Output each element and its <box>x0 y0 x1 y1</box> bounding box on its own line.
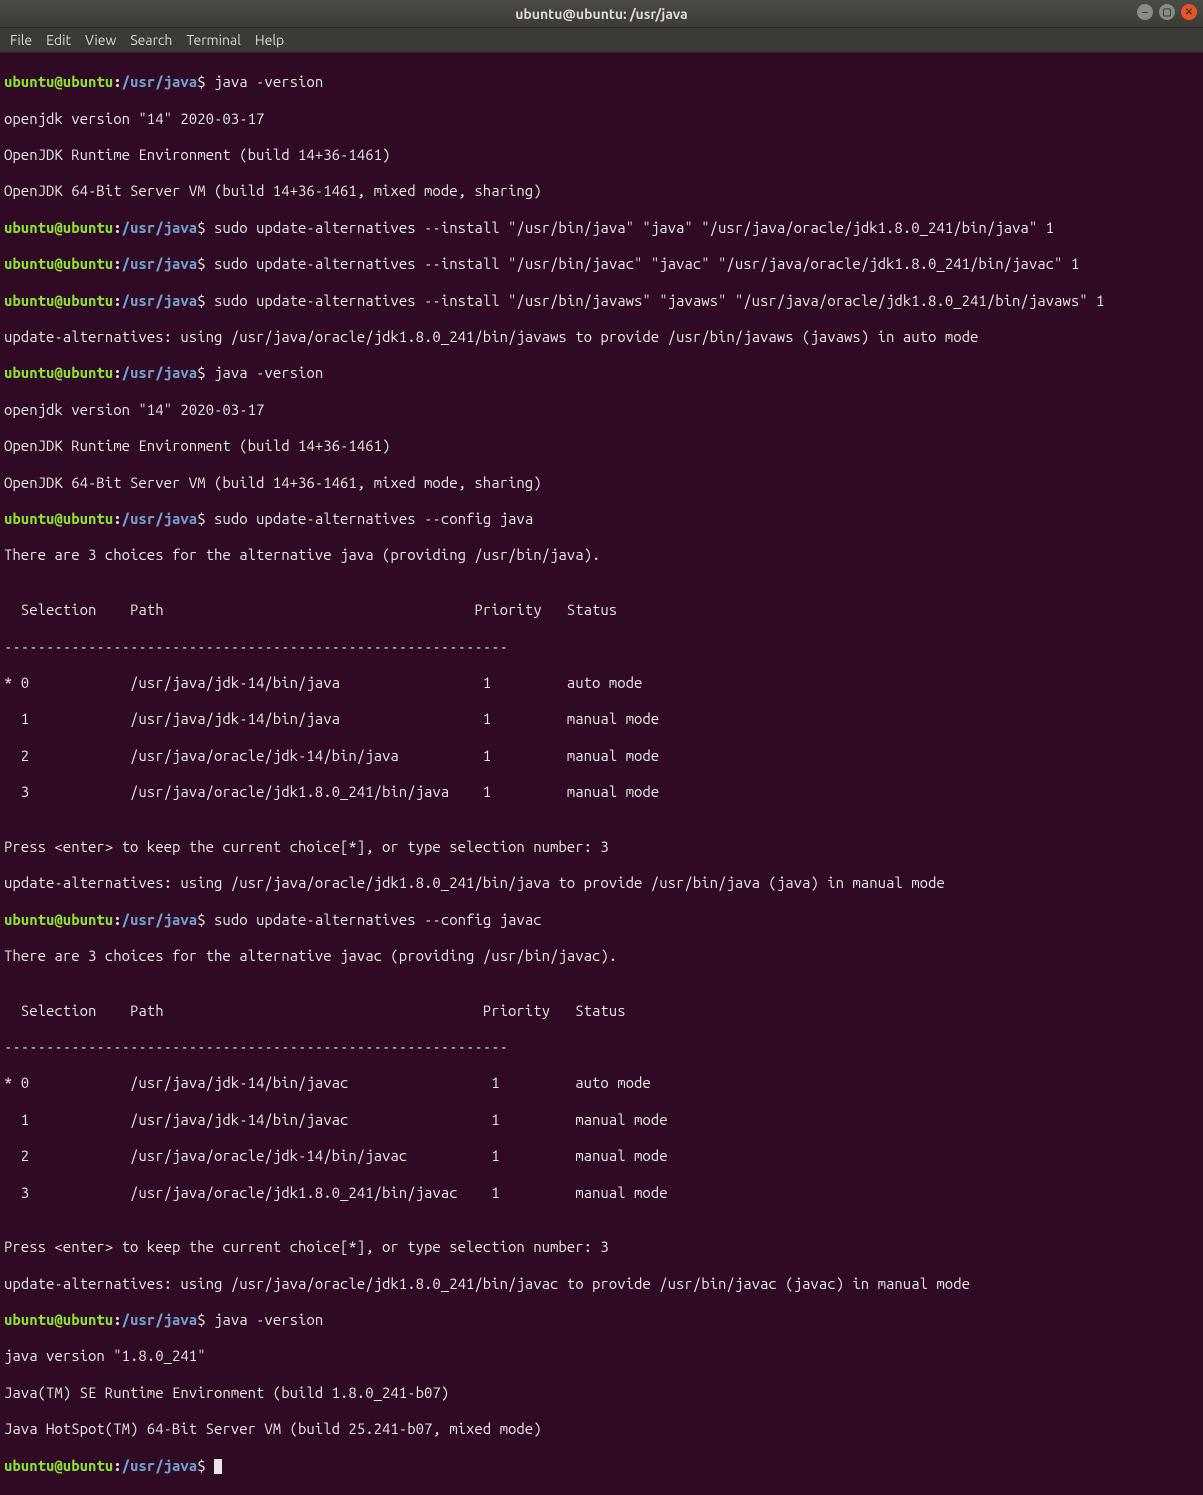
menu-terminal[interactable]: Terminal <box>186 32 241 48</box>
prompt-path: /usr/java <box>122 73 198 90</box>
terminal-line: ubuntu@ubuntu:/usr/java$ sudo update-alt… <box>4 219 1199 237</box>
terminal-line: ubuntu@ubuntu:/usr/java$ java -version <box>4 364 1199 382</box>
terminal-line: OpenJDK Runtime Environment (build 14+36… <box>4 146 1199 164</box>
terminal-line: Press <enter> to keep the current choice… <box>4 1238 1199 1256</box>
terminal-line: * 0 /usr/java/jdk-14/bin/javac 1 auto mo… <box>4 1074 1199 1092</box>
prompt-user: ubuntu@ubuntu <box>4 255 113 272</box>
maximize-button[interactable]: ▢ <box>1159 4 1175 20</box>
terminal-line: 3 /usr/java/oracle/jdk1.8.0_241/bin/java… <box>4 783 1199 801</box>
prompt-user: ubuntu@ubuntu <box>4 510 113 527</box>
prompt-path: /usr/java <box>122 911 198 928</box>
prompt-path: /usr/java <box>122 510 198 527</box>
command-text: java -version <box>206 73 324 90</box>
command-text: sudo update-alternatives --install "/usr… <box>206 219 1054 236</box>
menu-help[interactable]: Help <box>255 32 284 48</box>
prompt-colon: : <box>113 510 121 527</box>
terminal-line: ----------------------------------------… <box>4 1038 1199 1056</box>
terminal-line: openjdk version "14" 2020-03-17 <box>4 110 1199 128</box>
prompt-dollar: $ <box>197 510 205 527</box>
terminal-line: Java HotSpot(TM) 64-Bit Server VM (build… <box>4 1420 1199 1438</box>
terminal-line: update-alternatives: using /usr/java/ora… <box>4 328 1199 346</box>
command-text: sudo update-alternatives --config javac <box>206 911 542 928</box>
terminal-line: Selection Path Priority Status <box>4 601 1199 619</box>
prompt-colon: : <box>113 255 121 272</box>
minimize-button[interactable]: ‒ <box>1137 4 1153 20</box>
command-text <box>206 1457 214 1474</box>
prompt-colon: : <box>113 292 121 309</box>
terminal-line: ----------------------------------------… <box>4 638 1199 656</box>
prompt-dollar: $ <box>197 911 205 928</box>
prompt-dollar: $ <box>197 73 205 90</box>
command-text: sudo update-alternatives --install "/usr… <box>206 292 1105 309</box>
terminal-line: * 0 /usr/java/jdk-14/bin/java 1 auto mod… <box>4 674 1199 692</box>
terminal-line: update-alternatives: using /usr/java/ora… <box>4 874 1199 892</box>
menu-file[interactable]: File <box>10 32 32 48</box>
prompt-user: ubuntu@ubuntu <box>4 73 113 90</box>
terminal-line: 1 /usr/java/jdk-14/bin/javac 1 manual mo… <box>4 1111 1199 1129</box>
terminal-line: java version "1.8.0_241" <box>4 1347 1199 1365</box>
terminal-line: ubuntu@ubuntu:/usr/java$ sudo update-alt… <box>4 510 1199 528</box>
prompt-user: ubuntu@ubuntu <box>4 292 113 309</box>
terminal-area[interactable]: ubuntu@ubuntu:/usr/java$ java -version o… <box>0 53 1203 1495</box>
prompt-colon: : <box>113 1457 121 1474</box>
prompt-user: ubuntu@ubuntu <box>4 911 113 928</box>
menu-bar: File Edit View Search Terminal Help <box>0 28 1203 53</box>
prompt-dollar: $ <box>197 364 205 381</box>
terminal-line: OpenJDK 64-Bit Server VM (build 14+36-14… <box>4 182 1199 200</box>
terminal-line: ubuntu@ubuntu:/usr/java$ sudo update-alt… <box>4 911 1199 929</box>
menu-edit[interactable]: Edit <box>46 32 71 48</box>
prompt-dollar: $ <box>197 255 205 272</box>
prompt-path: /usr/java <box>122 1311 198 1328</box>
prompt-path: /usr/java <box>122 219 198 236</box>
prompt-dollar: $ <box>197 1457 205 1474</box>
prompt-path: /usr/java <box>122 1457 198 1474</box>
terminal-line: OpenJDK 64-Bit Server VM (build 14+36-14… <box>4 474 1199 492</box>
terminal-line: ubuntu@ubuntu:/usr/java$ java -version <box>4 1311 1199 1329</box>
menu-search[interactable]: Search <box>130 32 172 48</box>
terminal-line: There are 3 choices for the alternative … <box>4 546 1199 564</box>
command-text: sudo update-alternatives --config java <box>206 510 534 527</box>
terminal-line: ubuntu@ubuntu:/usr/java$ java -version <box>4 73 1199 91</box>
terminal-line: update-alternatives: using /usr/java/ora… <box>4 1275 1199 1293</box>
titlebar: ubuntu@ubuntu: /usr/java ‒ ▢ ✕ <box>0 0 1203 28</box>
prompt-colon: : <box>113 364 121 381</box>
prompt-colon: : <box>113 219 121 236</box>
terminal-line: Selection Path Priority Status <box>4 1002 1199 1020</box>
menu-view[interactable]: View <box>85 32 116 48</box>
close-button[interactable]: ✕ <box>1181 4 1197 20</box>
terminal-line: 1 /usr/java/jdk-14/bin/java 1 manual mod… <box>4 710 1199 728</box>
prompt-dollar: $ <box>197 292 205 309</box>
prompt-colon: : <box>113 73 121 90</box>
prompt-user: ubuntu@ubuntu <box>4 1311 113 1328</box>
prompt-dollar: $ <box>197 1311 205 1328</box>
terminal-line: 2 /usr/java/oracle/jdk-14/bin/javac 1 ma… <box>4 1147 1199 1165</box>
terminal-line: Press <enter> to keep the current choice… <box>4 838 1199 856</box>
window-title: ubuntu@ubuntu: /usr/java <box>515 6 688 22</box>
command-text: sudo update-alternatives --install "/usr… <box>206 255 1080 272</box>
prompt-path: /usr/java <box>122 255 198 272</box>
terminal-line: ubuntu@ubuntu:/usr/java$ sudo update-alt… <box>4 255 1199 273</box>
terminal-line: ubuntu@ubuntu:/usr/java$ <box>4 1457 1199 1475</box>
prompt-colon: : <box>113 911 121 928</box>
prompt-user: ubuntu@ubuntu <box>4 219 113 236</box>
prompt-user: ubuntu@ubuntu <box>4 1457 113 1474</box>
command-text: java -version <box>206 1311 324 1328</box>
prompt-dollar: $ <box>197 219 205 236</box>
terminal-line: 2 /usr/java/oracle/jdk-14/bin/java 1 man… <box>4 747 1199 765</box>
prompt-colon: : <box>113 1311 121 1328</box>
window-controls: ‒ ▢ ✕ <box>1137 4 1197 20</box>
prompt-user: ubuntu@ubuntu <box>4 364 113 381</box>
command-text: java -version <box>206 364 324 381</box>
terminal-line: openjdk version "14" 2020-03-17 <box>4 401 1199 419</box>
prompt-path: /usr/java <box>122 364 198 381</box>
prompt-path: /usr/java <box>122 292 198 309</box>
terminal-line: OpenJDK Runtime Environment (build 14+36… <box>4 437 1199 455</box>
terminal-line: 3 /usr/java/oracle/jdk1.8.0_241/bin/java… <box>4 1184 1199 1202</box>
cursor-block <box>214 1459 222 1474</box>
terminal-line: ubuntu@ubuntu:/usr/java$ sudo update-alt… <box>4 292 1199 310</box>
terminal-line: There are 3 choices for the alternative … <box>4 947 1199 965</box>
terminal-line: Java(TM) SE Runtime Environment (build 1… <box>4 1384 1199 1402</box>
